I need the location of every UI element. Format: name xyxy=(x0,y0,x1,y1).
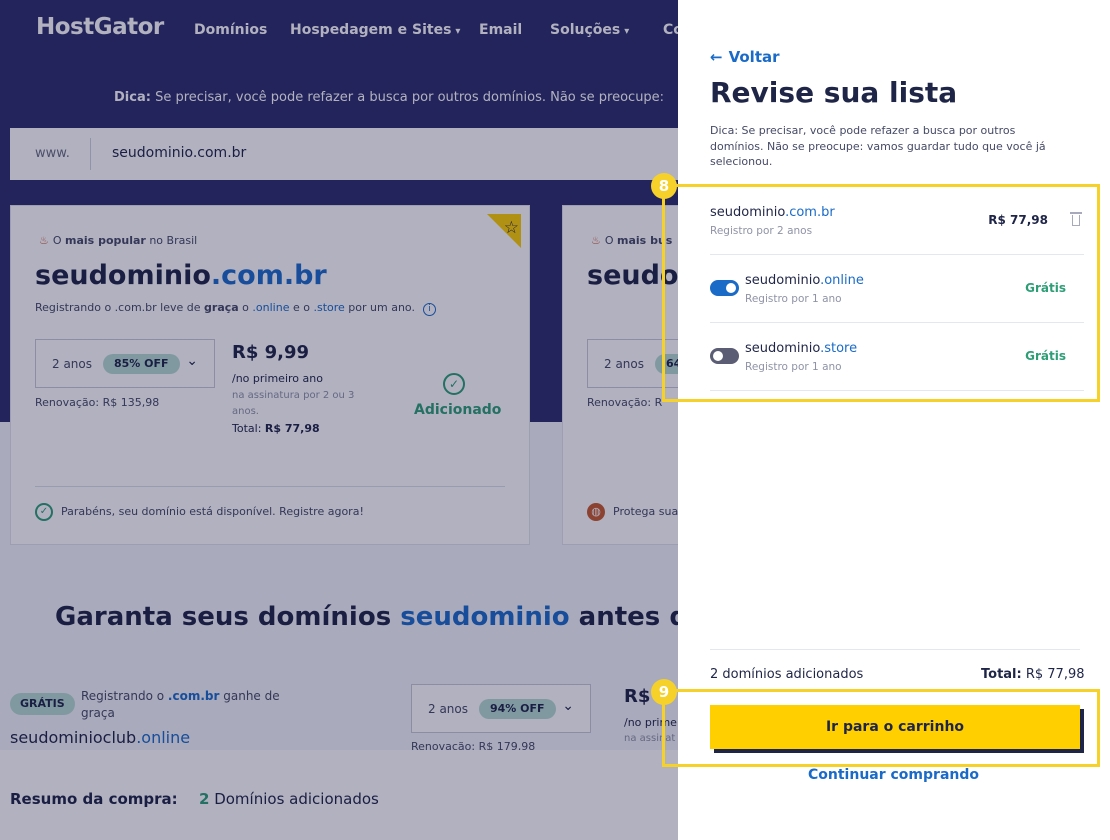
back-link[interactable]: ← Voltar xyxy=(710,48,780,66)
step-badge: 9 xyxy=(651,679,677,705)
drawer-title: Revise sua lista xyxy=(710,76,958,109)
domains-count: 2 domínios adicionados xyxy=(710,667,864,682)
drawer-tip: Dica: Se precisar, você pode refazer a b… xyxy=(710,124,1046,168)
footer-divider xyxy=(710,649,1080,650)
drawer-total: Total: R$ 77,98 xyxy=(981,667,1085,682)
continue-shopping-link[interactable]: Continuar comprando xyxy=(808,767,979,783)
arrow-left-icon: ← xyxy=(710,48,723,66)
step-badge: 8 xyxy=(651,173,677,199)
highlight-cart-button xyxy=(662,689,1100,767)
highlight-domain-list xyxy=(662,184,1100,402)
